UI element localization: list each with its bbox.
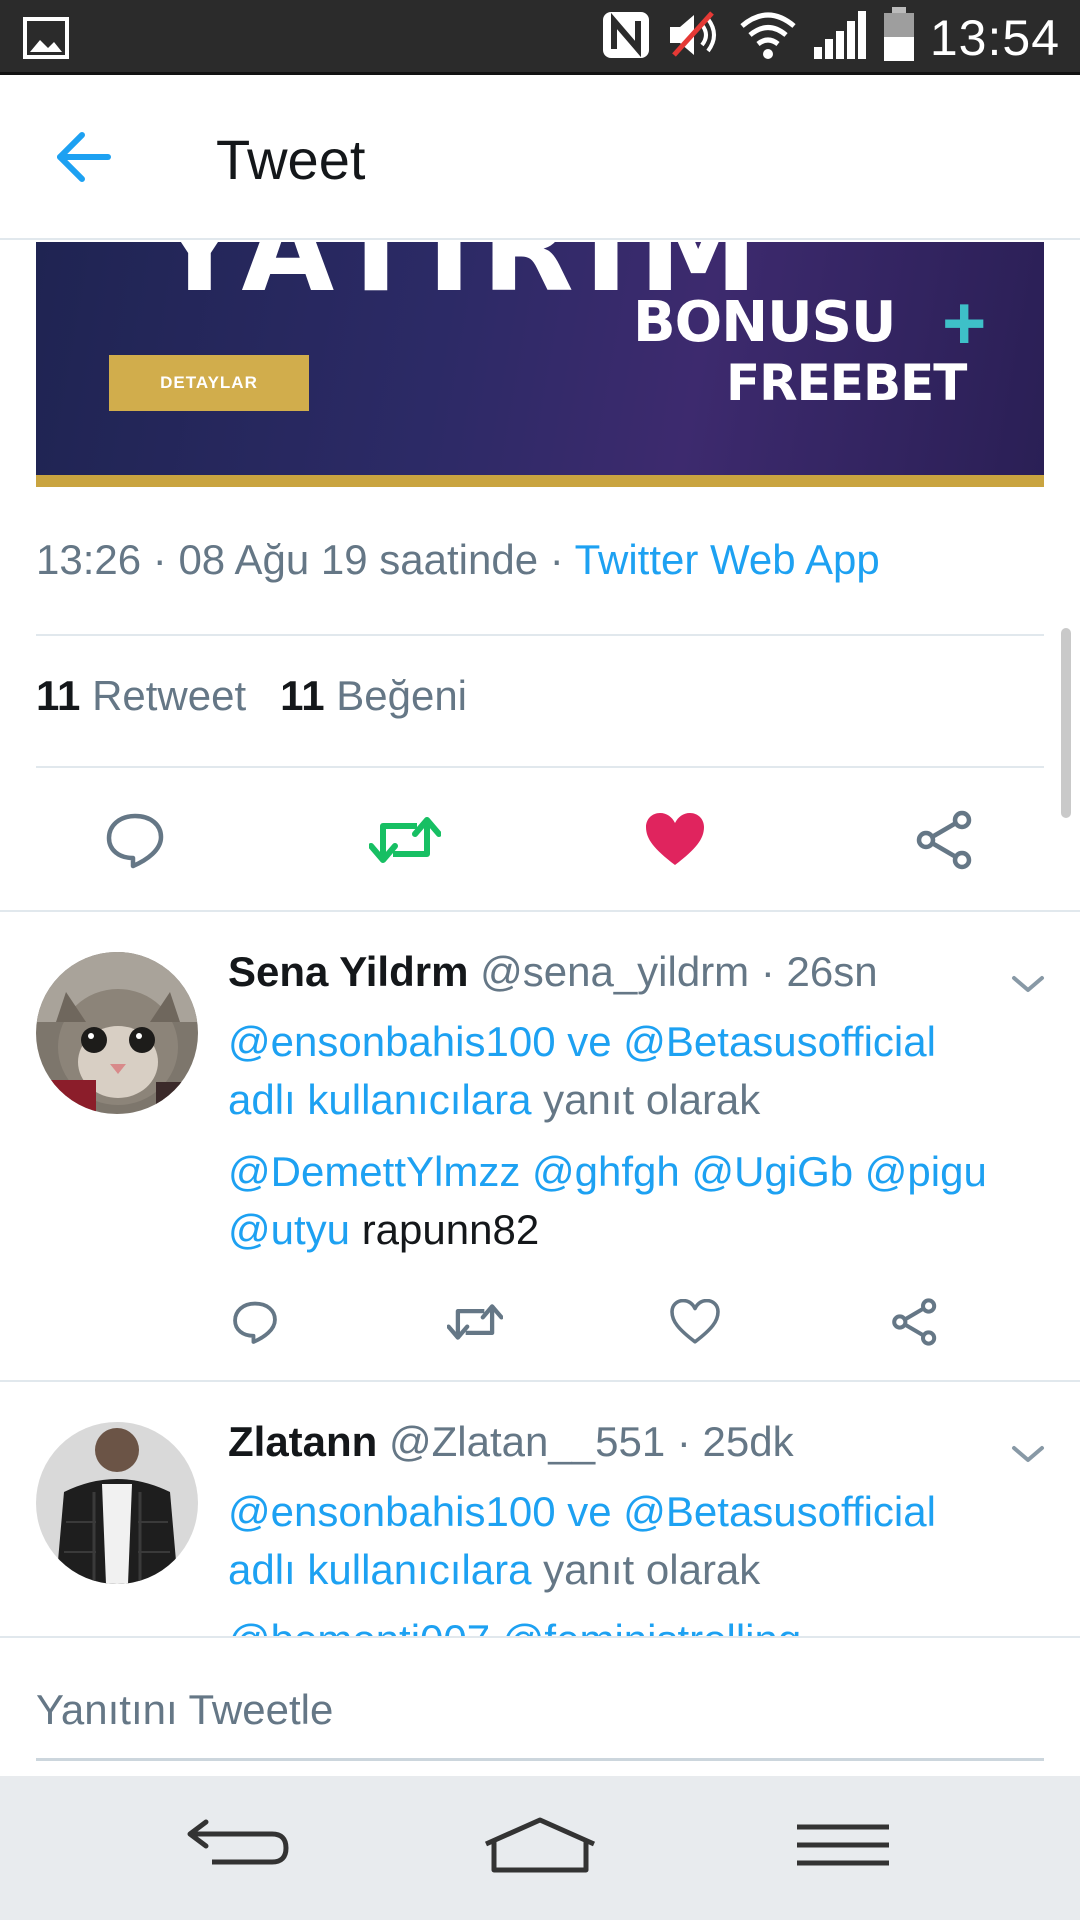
divider (36, 634, 1044, 636)
mention-link[interactable]: @Betasusofficial (623, 1018, 936, 1065)
reply-users-link[interactable]: adlı kullanıcılara (228, 1076, 532, 1123)
reply-context: @ensonbahis100 ve @Betasusofficial (228, 1488, 936, 1535)
reply-icon[interactable] (225, 1292, 285, 1352)
like-stat[interactable]: 11 Beğeni (280, 672, 467, 719)
mention-link[interactable]: @DemettYlmzz (228, 1148, 520, 1195)
banner-gold-line (36, 475, 1044, 487)
mention-link[interactable]: @ensonbahis100 (228, 1488, 556, 1535)
share-icon[interactable] (905, 800, 985, 880)
mention-link[interactable]: @utyu (228, 1206, 350, 1253)
sound-muted-icon (666, 9, 724, 66)
reply-context: @ensonbahis100 ve @Betasusofficial (228, 1018, 936, 1065)
tweet-actions (0, 800, 1080, 880)
gallery-icon (22, 16, 70, 65)
retweet-icon[interactable] (445, 1292, 505, 1352)
reply-text: @utyu rapunn82 (228, 1206, 540, 1253)
tweet-date: 08 Ağu 19 saatinde (178, 536, 539, 583)
nav-menu-icon[interactable] (778, 1806, 908, 1886)
tweet-timestamp-line: 13:26 · 08 Ağu 19 saatinde · Twitter Web… (36, 536, 880, 583)
reply-icon[interactable] (95, 800, 175, 880)
back-arrow-icon[interactable] (50, 127, 120, 187)
like-heart-icon[interactable] (665, 1292, 725, 1352)
reply-author-name[interactable]: Zlatann (228, 1418, 377, 1465)
signal-icon (812, 9, 868, 66)
mention-link[interactable]: @ensonbahis100 (228, 1018, 556, 1065)
mention-link[interactable]: @UgiGb (691, 1148, 853, 1195)
reply-input[interactable]: Yanıtını Tweetle (36, 1686, 333, 1734)
wifi-icon (738, 10, 798, 65)
battery-icon (882, 7, 916, 68)
reply-context-line2: adlı kullanıcılara yanıt olarak (228, 1076, 761, 1123)
mention-link[interactable]: @pigu (865, 1148, 987, 1195)
reply-tweet[interactable]: Sena Yildrm @sena_yildrm · 26sn @ensonba… (0, 912, 1080, 1380)
input-underline (36, 1758, 1044, 1761)
tweet-media-banner[interactable]: YATIRIM DETAYLAR BONUSU + FREEBET (36, 242, 1044, 487)
reply-author-handle[interactable]: @Zlatan__551 (389, 1418, 665, 1465)
reply-author-handle[interactable]: @sena_yildrm (480, 948, 749, 995)
nav-home-icon[interactable] (475, 1806, 605, 1886)
tweet-stats: 11 Retweet 11 Beğeni (36, 672, 467, 720)
divider (36, 766, 1044, 768)
retweet-icon[interactable] (365, 800, 445, 880)
reply-header: Sena Yildrm @sena_yildrm · 26sn (228, 948, 878, 995)
retweet-stat[interactable]: 11 Retweet (36, 672, 246, 719)
avatar[interactable] (36, 1422, 198, 1584)
system-nav-bar (0, 1776, 1080, 1920)
status-time: 13:54 (929, 9, 1060, 66)
like-heart-filled-icon[interactable] (635, 800, 715, 880)
avatar[interactable] (36, 952, 198, 1114)
tweet-source-link[interactable]: Twitter Web App (575, 536, 880, 583)
mention-link[interactable]: @Betasusofficial (623, 1488, 936, 1535)
page-title: Tweet (216, 128, 366, 191)
reply-mentions-line: @DemettYlmzz @ghfgh @UgiGb @pigu (228, 1148, 987, 1196)
reply-mentions-line[interactable]: @bomonti007 @feministrolling (228, 1616, 801, 1636)
chevron-down-icon[interactable] (1010, 1442, 1046, 1466)
reply-context-line2: adlı kullanıcılara yanıt olarak (228, 1546, 761, 1593)
app-header: Tweet (0, 75, 1080, 240)
reply-composer[interactable]: Yanıtını Tweetle (0, 1636, 1080, 1776)
reply-tweet[interactable]: Zlatann @Zlatan__551 · 25dk @ensonbahis1… (0, 1382, 1080, 1636)
reply-time: 25dk (702, 1418, 794, 1465)
reply-header: Zlatann @Zlatan__551 · 25dk (228, 1418, 794, 1465)
nfc-icon (600, 9, 652, 66)
reply-author-name[interactable]: Sena Yildrm (228, 948, 468, 995)
scrollbar[interactable] (1061, 628, 1071, 818)
banner-bonus-text: BONUSU (633, 290, 896, 355)
share-icon[interactable] (885, 1292, 945, 1352)
status-bar: 13:54 (0, 0, 1080, 75)
banner-details-button: DETAYLAR (109, 355, 309, 411)
nav-back-icon[interactable] (172, 1806, 302, 1886)
reply-time: 26sn (786, 948, 878, 995)
tweet-time: 13:26 (36, 536, 142, 583)
chevron-down-icon[interactable] (1010, 972, 1046, 996)
banner-freebet-text: FREEBET (726, 354, 967, 412)
mention-link[interactable]: @ghfgh (532, 1148, 680, 1195)
reply-users-link[interactable]: adlı kullanıcılara (228, 1546, 532, 1593)
